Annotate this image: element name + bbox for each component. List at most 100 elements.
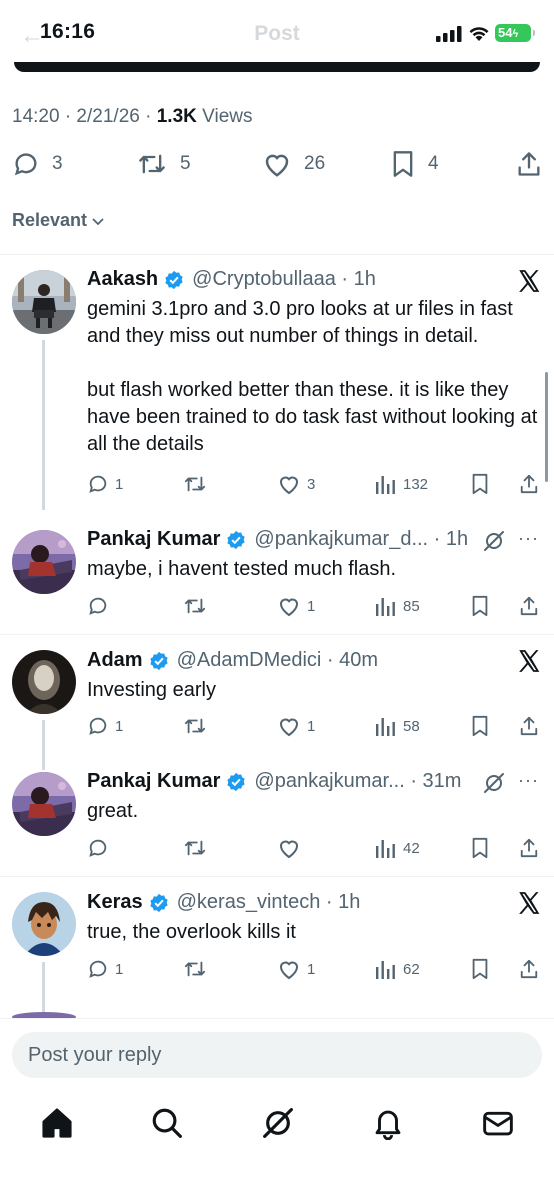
reply-input[interactable]: Post your reply bbox=[12, 1032, 542, 1078]
views-button[interactable]: 42 bbox=[375, 834, 420, 862]
more-options-icon[interactable]: ··· bbox=[518, 770, 539, 791]
views-button[interactable]: 85 bbox=[375, 592, 420, 620]
reply-text: gemini 3.1pro and 3.0 pro looks at ur fi… bbox=[87, 298, 538, 455]
views-button[interactable]: 132 bbox=[375, 470, 428, 498]
messages-icon[interactable] bbox=[481, 1106, 515, 1140]
author-handle[interactable]: @pankajkumar... · 31m bbox=[254, 770, 461, 793]
author-name[interactable]: Adam bbox=[87, 649, 143, 672]
grok-icon[interactable] bbox=[261, 1106, 295, 1140]
avatar[interactable] bbox=[12, 530, 76, 594]
bookmark-button[interactable] bbox=[470, 834, 490, 862]
repost-icon bbox=[184, 840, 206, 856]
repost-button[interactable] bbox=[183, 834, 207, 862]
sort-label: Relevant bbox=[12, 210, 88, 230]
reply-text: maybe, i havent tested much flash. bbox=[87, 558, 397, 580]
grok-icon[interactable] bbox=[482, 529, 506, 553]
bookmark-button[interactable] bbox=[470, 592, 490, 620]
share-icon bbox=[520, 596, 538, 616]
like-count: 1 bbox=[307, 717, 316, 735]
repost-button[interactable] bbox=[183, 712, 207, 740]
notifications-icon[interactable] bbox=[371, 1106, 405, 1140]
views-button[interactable]: 62 bbox=[375, 955, 420, 983]
like-button[interactable]: 26 bbox=[262, 146, 325, 182]
more-options-icon[interactable]: ··· bbox=[518, 528, 539, 549]
verified-badge-icon bbox=[227, 530, 246, 549]
verified-badge-icon bbox=[149, 893, 168, 912]
repost-button[interactable] bbox=[183, 470, 207, 498]
avatar[interactable] bbox=[12, 892, 76, 956]
reply-button[interactable] bbox=[87, 592, 115, 620]
views-icon bbox=[376, 840, 395, 858]
bookmark-button[interactable]: 4 bbox=[390, 146, 439, 182]
reply-button[interactable]: 1 bbox=[87, 955, 123, 983]
share-button[interactable] bbox=[516, 146, 542, 182]
reply-button[interactable]: 1 bbox=[87, 470, 123, 498]
battery-icon: 54ϟ bbox=[495, 24, 535, 42]
like-button[interactable]: 1 bbox=[277, 712, 315, 740]
like-button[interactable]: 1 bbox=[277, 592, 315, 620]
bookmark-button[interactable] bbox=[470, 955, 490, 983]
reply-actions: 1 1 58 bbox=[87, 712, 547, 740]
bookmark-icon bbox=[393, 151, 413, 177]
repost-button[interactable]: 5 bbox=[136, 146, 191, 182]
sort-dropdown[interactable]: Relevant bbox=[12, 210, 105, 231]
share-button[interactable] bbox=[519, 470, 539, 498]
share-icon bbox=[520, 959, 538, 979]
home-icon[interactable] bbox=[40, 1106, 74, 1140]
author-name[interactable]: Pankaj Kumar bbox=[87, 528, 220, 551]
share-button[interactable] bbox=[519, 834, 539, 862]
share-icon bbox=[520, 838, 538, 858]
bookmark-button[interactable] bbox=[470, 470, 490, 498]
heart-icon bbox=[279, 718, 299, 737]
author-name[interactable]: Aakash bbox=[87, 268, 158, 291]
views-count: 62 bbox=[403, 960, 420, 978]
battery-level: 54 bbox=[498, 25, 513, 40]
reply-icon bbox=[14, 153, 37, 176]
avatar[interactable] bbox=[12, 772, 76, 836]
reply-count: 3 bbox=[52, 153, 63, 174]
share-icon bbox=[520, 474, 538, 494]
divider bbox=[0, 634, 554, 635]
author-name[interactable]: Keras bbox=[87, 891, 143, 914]
like-button[interactable]: 3 bbox=[277, 470, 315, 498]
like-button[interactable] bbox=[277, 834, 307, 862]
verified-badge-icon bbox=[165, 270, 183, 289]
avatar[interactable] bbox=[12, 650, 76, 714]
reply-header: Pankaj Kumar @pankajkumar_d... · 1h bbox=[87, 528, 468, 551]
repost-button[interactable] bbox=[183, 592, 207, 620]
post-views-count: 1.3K bbox=[156, 106, 197, 127]
share-button[interactable] bbox=[519, 592, 539, 620]
avatar[interactable] bbox=[12, 270, 76, 334]
repost-icon bbox=[184, 961, 206, 977]
repost-icon bbox=[184, 598, 206, 614]
reply-icon bbox=[89, 960, 107, 978]
reply-count: 1 bbox=[115, 475, 124, 493]
author-name[interactable]: Pankaj Kumar bbox=[87, 770, 220, 793]
repost-button[interactable] bbox=[183, 955, 207, 983]
reply-icon bbox=[89, 597, 107, 615]
reply-actions: 1 85 bbox=[87, 592, 547, 620]
author-handle[interactable]: @keras_vintech · 1h bbox=[177, 891, 361, 914]
avatar-image bbox=[12, 270, 76, 334]
share-button[interactable] bbox=[519, 955, 539, 983]
status-time: 16:16 bbox=[40, 20, 96, 43]
like-button[interactable]: 1 bbox=[277, 955, 315, 983]
reply-button[interactable] bbox=[87, 834, 115, 862]
search-icon[interactable] bbox=[150, 1106, 184, 1140]
share-icon bbox=[518, 152, 540, 176]
avatar-image bbox=[12, 530, 76, 594]
grok-icon[interactable] bbox=[482, 771, 506, 795]
verified-badge-icon bbox=[149, 651, 168, 670]
repost-icon bbox=[184, 476, 206, 492]
scrollbar[interactable] bbox=[545, 372, 548, 482]
reply-button[interactable]: 1 bbox=[87, 712, 123, 740]
author-handle[interactable]: @AdamDMedici · 40m bbox=[177, 649, 378, 672]
views-count: 42 bbox=[403, 839, 420, 857]
divider bbox=[0, 876, 554, 877]
views-button[interactable]: 58 bbox=[375, 712, 420, 740]
author-handle[interactable]: @pankajkumar_d... · 1h bbox=[254, 528, 468, 551]
reply-button[interactable]: 3 bbox=[12, 146, 63, 182]
author-handle[interactable]: @Cryptobullaaa · 1h bbox=[192, 268, 376, 291]
bookmark-button[interactable] bbox=[470, 712, 490, 740]
share-button[interactable] bbox=[519, 712, 539, 740]
